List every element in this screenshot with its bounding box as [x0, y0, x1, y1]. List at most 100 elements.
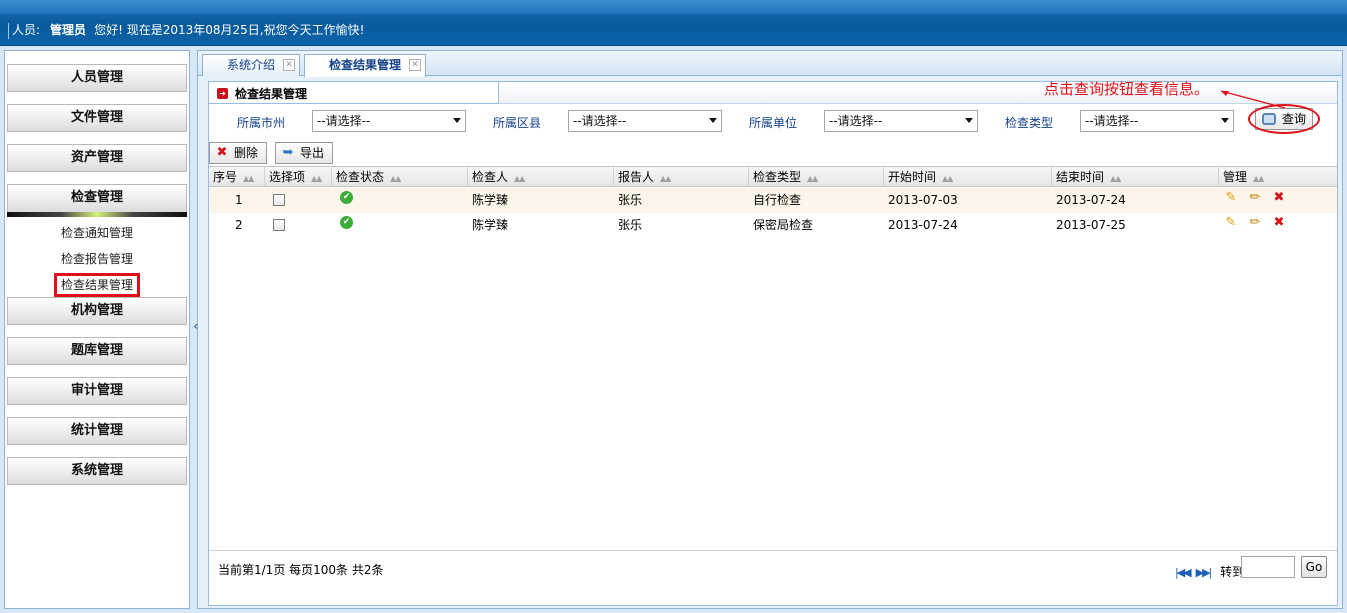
annotation-text: 点击查询按钮查看信息。: [1044, 80, 1210, 98]
view-icon[interactable]: ✎: [1223, 190, 1239, 206]
go-button[interactable]: Go: [1301, 556, 1327, 578]
cell-index: 1: [235, 193, 243, 207]
main-panel: 系统介绍 ✕ 检查结果管理 ✕ ➔ 检查结果管理 所属市州 --请选择-- 所属…: [197, 50, 1343, 609]
cell-start: 2013-07-03: [888, 193, 958, 207]
sort-icon: ▲▲: [243, 174, 254, 183]
pager: |◀◀ ▶▶| 转到: [1175, 563, 1244, 580]
col-header-index[interactable]: 序号 ▲▲: [209, 167, 265, 187]
filter-label-type: 检查类型: [1005, 116, 1054, 130]
chevron-down-icon: [1221, 118, 1229, 123]
col-header-label: 结束时间: [1056, 170, 1105, 184]
cell-type: 保密局检查: [753, 218, 814, 232]
check-circle-icon: ✔: [340, 191, 353, 204]
city-select[interactable]: --请选择--: [312, 110, 466, 132]
tab-label: 检查结果管理: [329, 58, 402, 72]
menu-assets[interactable]: 资产管理: [7, 144, 187, 172]
col-header-reporter[interactable]: 报告人 ▲▲: [614, 167, 749, 187]
filter-label-city: 所属市州: [237, 116, 286, 130]
cell-reporter: 张乐: [618, 193, 643, 207]
page-info: 当前第1/1页 每页100条 共2条: [218, 563, 384, 577]
table-row[interactable]: 2 ✔ 陈学臻 张乐 保密局检查 2013-07-24 2013-07-25 ✎…: [209, 213, 1337, 238]
pagination-footer: 当前第1/1页 每页100条 共2条 |◀◀ ▶▶| 转到 Go: [209, 550, 1337, 605]
content-area: ➔ 检查结果管理 所属市州 --请选择-- 所属区县 --请选择-- 所属单位 …: [208, 80, 1338, 606]
section-title: 检查结果管理: [235, 87, 308, 101]
first-page-icon[interactable]: |◀◀: [1175, 566, 1192, 579]
sort-icon: ▲▲: [660, 174, 671, 183]
delete-x-icon: ✖: [216, 145, 228, 160]
table-row[interactable]: 1 ✔ 陈学臻 张乐 自行检查 2013-07-03 2013-07-24 ✎ ✏…: [209, 188, 1337, 213]
col-header-label: 检查人: [472, 170, 509, 184]
tab-inspection-results[interactable]: 检查结果管理 ✕: [304, 54, 427, 77]
menu-documents[interactable]: 文件管理: [7, 104, 187, 132]
cell-end: 2013-07-24: [1056, 193, 1126, 207]
filter-label-district: 所属区县: [493, 116, 542, 130]
export-arrow-icon: ➥: [282, 145, 294, 160]
delete-x-icon[interactable]: ✖: [1271, 215, 1287, 231]
inspection-type-select[interactable]: --请选择--: [1080, 110, 1234, 132]
export-label: 导出: [300, 146, 325, 160]
cell-status: ✔: [336, 213, 353, 238]
submenu-inspection-result[interactable]: 检查结果管理: [5, 273, 189, 297]
menu-question-bank[interactable]: 题库管理: [7, 337, 187, 365]
select-value: --请选择--: [829, 114, 883, 128]
top-header: 人员: 管理员 您好! 现在是2013年08月25日,祝您今天工作愉快!: [0, 0, 1347, 46]
row-checkbox[interactable]: [273, 193, 285, 206]
menu-statistics[interactable]: 统计管理: [7, 417, 187, 445]
col-header-label: 报告人: [618, 170, 655, 184]
unit-select[interactable]: --请选择--: [824, 110, 978, 132]
section-header: ➔ 检查结果管理: [209, 82, 499, 104]
col-header-label: 管理: [1223, 170, 1248, 184]
close-icon[interactable]: ✕: [409, 59, 422, 71]
col-header-status[interactable]: 检查状态 ▲▲: [332, 167, 468, 187]
sort-icon: ▲▲: [1253, 174, 1264, 183]
col-header-inspector[interactable]: 检查人 ▲▲: [468, 167, 614, 187]
sidebar: 人员管理 文件管理 资产管理 检查管理 检查通知管理 检查报告管理 检查结果管理…: [4, 50, 190, 609]
cell-manage: ✎ ✏ ✖: [1219, 213, 1295, 238]
filter-label-unit: 所属单位: [749, 116, 798, 130]
results-table: 序号 ▲▲ 选择项 ▲▲ 检查状态 ▲▲ 检查人 ▲▲ 报告人 ▲▲ 检查类型 ▲▲ 开始时…: [209, 166, 1337, 550]
col-header-manage[interactable]: 管理 ▲▲: [1219, 167, 1336, 187]
menu-personnel[interactable]: 人员管理: [7, 64, 187, 92]
menu-organization[interactable]: 机构管理: [7, 297, 187, 325]
chevron-down-icon: [453, 118, 461, 123]
delete-x-icon[interactable]: ✖: [1271, 190, 1287, 206]
sort-icon: ▲▲: [390, 174, 401, 183]
submenu-label: 检查报告管理: [60, 252, 133, 266]
cell-manage: ✎ ✏ ✖: [1219, 188, 1295, 213]
menu-system[interactable]: 系统管理: [7, 457, 187, 485]
col-header-label: 检查类型: [753, 170, 802, 184]
arrow-right-icon: ➔: [217, 88, 228, 99]
row-checkbox[interactable]: [273, 218, 285, 231]
sort-icon: ▲▲: [514, 174, 525, 183]
cell-inspector: 陈学臻: [472, 218, 509, 232]
edit-pencil-icon[interactable]: ✏: [1247, 215, 1263, 231]
cell-select: [269, 213, 285, 238]
submenu-inspection-report[interactable]: 检查报告管理: [5, 249, 189, 269]
close-icon[interactable]: ✕: [283, 59, 296, 71]
filter-row: 所属市州 --请选择-- 所属区县 --请选择-- 所属单位 --请选择-- 检…: [209, 80, 1337, 136]
edit-pencil-icon[interactable]: ✏: [1247, 190, 1263, 206]
col-header-end[interactable]: 结束时间 ▲▲: [1052, 167, 1219, 187]
submenu-label: 检查通知管理: [60, 226, 133, 240]
cell-index: 2: [235, 218, 243, 232]
export-button[interactable]: ➥ 导出: [275, 142, 334, 164]
section-header-rule: [499, 82, 1337, 104]
col-header-select[interactable]: 选择项 ▲▲: [265, 167, 332, 187]
view-icon[interactable]: ✎: [1223, 215, 1239, 231]
col-header-label: 开始时间: [888, 170, 937, 184]
header-banner-strip: [0, 0, 1347, 14]
tab-system-intro[interactable]: 系统介绍 ✕: [202, 54, 301, 76]
chevron-down-icon: [965, 118, 973, 123]
menu-audit[interactable]: 审计管理: [7, 377, 187, 405]
sort-icon: ▲▲: [942, 174, 953, 183]
select-value: --请选择--: [573, 114, 627, 128]
col-header-type[interactable]: 检查类型 ▲▲: [749, 167, 884, 187]
last-page-icon[interactable]: ▶▶|: [1196, 566, 1213, 579]
delete-button[interactable]: ✖ 删除: [209, 142, 268, 164]
col-header-start[interactable]: 开始时间 ▲▲: [884, 167, 1052, 187]
goto-page-input[interactable]: [1241, 556, 1295, 578]
menu-inspection[interactable]: 检查管理: [7, 184, 187, 212]
sort-icon: ▲▲: [311, 174, 322, 183]
district-select[interactable]: --请选择--: [568, 110, 722, 132]
submenu-inspection-notice[interactable]: 检查通知管理: [5, 223, 189, 243]
